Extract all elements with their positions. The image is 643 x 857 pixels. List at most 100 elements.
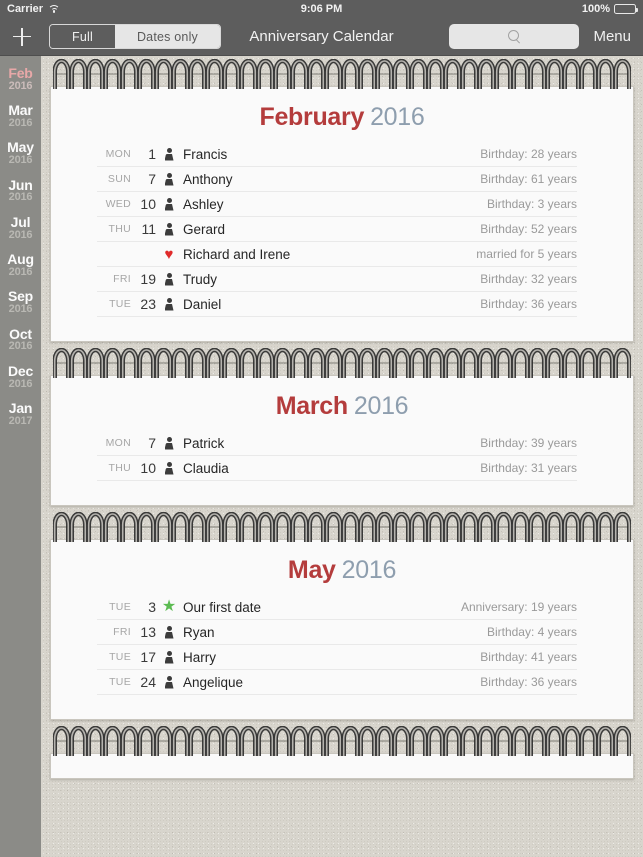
entry-name: Richard and Irene — [183, 246, 291, 262]
entry-row[interactable]: FRI 13 Ryan Birthday: 4 years — [97, 620, 577, 645]
person-icon — [157, 222, 181, 236]
sidebar-item-month: Jun — [8, 176, 33, 193]
month-card-february: February 2016 MON 1 Francis Birthday: 28 year… — [50, 58, 634, 342]
entry-name: Our first date — [183, 599, 262, 615]
entry-row[interactable]: TUE 17 Harry Birthday: 41 years — [97, 645, 577, 670]
sidebar-item-year: 2016 — [8, 228, 33, 241]
entry-name: Harry — [183, 649, 216, 665]
person-icon — [157, 297, 181, 311]
calendar-card: May 2016 TUE 3 ★ Our first date Anniversary: 1… — [50, 539, 634, 720]
status-bar: Carrier 9:06 PM 100% — [0, 0, 643, 18]
entry-row[interactable]: TUE 23 Daniel Birthday: 36 years — [97, 292, 577, 317]
sidebar-item-feb-2016[interactable]: Feb 2016 — [0, 66, 41, 92]
sidebar-item-dec-2016[interactable]: Dec 2016 — [0, 364, 41, 390]
sidebar-item-may-2016[interactable]: May 2016 — [0, 140, 41, 166]
entry-row[interactable]: MON 1 Francis Birthday: 28 years — [97, 142, 577, 167]
entry-day-number: 7 — [148, 435, 156, 451]
entry-weekday: THU — [108, 462, 131, 474]
sidebar-item-year: 2016 — [8, 116, 33, 129]
entry-row[interactable]: TUE 3 ★ Our first date Anniversary: 19 years — [97, 595, 577, 620]
entry-row[interactable]: FRI 19 Trudy Birthday: 32 years — [97, 267, 577, 292]
entry-weekday: WED — [105, 198, 131, 210]
entry-row[interactable]: WED 10 Ashley Birthday: 3 years — [97, 192, 577, 217]
person-icon — [157, 650, 181, 664]
sidebar-item-month: Aug — [7, 251, 34, 268]
entry-weekday: TUE — [109, 676, 131, 688]
entry-row[interactable]: TUE 24 Angelique Birthday: 36 years — [97, 670, 577, 695]
status-bar-right: 100% — [581, 0, 638, 18]
person-icon — [157, 172, 181, 186]
entry-list: MON 1 Francis Birthday: 28 years SUN 7 Anthony… — [51, 142, 633, 317]
entry-name: Trudy — [183, 271, 218, 287]
person-icon — [157, 461, 181, 475]
entry-detail: Birthday: 32 years — [480, 272, 577, 286]
sidebar-item-oct-2016[interactable]: Oct 2016 — [0, 326, 41, 353]
sidebar-item-jan-2017[interactable]: Jan 2017 — [0, 401, 41, 427]
add-button[interactable] — [0, 18, 44, 56]
entry-weekday: MON — [105, 148, 131, 160]
month-name: March — [275, 392, 348, 420]
month-card-may: May 2016 TUE 3 ★ Our first date Anniversary: 1… — [50, 511, 634, 720]
sidebar-item-jul-2016[interactable]: Jul 2016 — [0, 215, 41, 241]
sidebar-item-sep-2016[interactable]: Sep 2016 — [0, 289, 41, 315]
sidebar-item-month: Sep — [7, 288, 34, 305]
sidebar-item-year: 2016 — [8, 303, 33, 316]
entry-row[interactable]: THU 11 Gerard Birthday: 52 years — [97, 217, 577, 242]
sidebar-item-jun-2016[interactable]: Jun 2016 — [0, 178, 41, 204]
month-year: 2016 — [353, 392, 409, 420]
star-icon: ★ — [161, 598, 177, 615]
entry-detail: Birthday: 41 years — [480, 650, 577, 664]
month-card-title: May 2016 — [51, 540, 633, 595]
entry-day-number: 13 — [140, 624, 156, 640]
entry-day-number: 10 — [140, 460, 156, 476]
month-name: May — [287, 556, 336, 584]
entry-day-number: 24 — [140, 674, 156, 690]
entry-row[interactable]: ♥ Richard and Irene married for 5 years — [97, 242, 577, 267]
entry-detail: Birthday: 3 years — [486, 197, 577, 211]
entry-detail: Birthday: 31 years — [480, 461, 577, 475]
spiral-binding-icon — [52, 511, 632, 542]
person-icon — [157, 436, 181, 450]
entry-detail: married for 5 years — [476, 247, 577, 261]
sidebar-item-year: 2016 — [8, 191, 33, 204]
search-icon — [507, 30, 521, 43]
view-mode-segmented-control[interactable]: Full Dates only — [49, 24, 222, 49]
battery-percentage: 100% — [581, 3, 610, 15]
entry-name: Anthony — [183, 171, 233, 187]
segment-full[interactable]: Full — [50, 25, 115, 48]
entry-day-number: 19 — [140, 271, 156, 287]
entry-list: MON 7 Patrick Birthday: 39 years THU 10 Claudi… — [51, 431, 633, 481]
heart-icon: ♥ — [164, 245, 174, 263]
entry-detail: Birthday: 39 years — [480, 436, 577, 450]
entry-weekday: FRI — [113, 626, 131, 638]
search-input[interactable] — [449, 24, 580, 49]
sidebar-item-month: Dec — [7, 362, 34, 379]
entry-row[interactable]: THU 10 Claudia Birthday: 31 years — [97, 456, 577, 481]
entry-detail: Anniversary: 19 years — [460, 600, 577, 614]
entry-row[interactable]: SUN 7 Anthony Birthday: 61 years — [97, 167, 577, 192]
entry-day-number: 1 — [148, 146, 156, 162]
month-sidebar[interactable]: Feb 2016 Mar 2016 May 2016 Jun 2016 Jul 2016 Aug 20… — [0, 56, 41, 857]
entry-detail: Birthday: 61 years — [480, 172, 577, 186]
entry-row[interactable]: MON 7 Patrick Birthday: 39 years — [97, 431, 577, 456]
calendar-scroll-area[interactable]: February 2016 MON 1 Francis Birthday: 28 year… — [41, 56, 643, 857]
sidebar-item-month: Mar — [8, 102, 33, 119]
calendar-card: February 2016 MON 1 Francis Birthday: 28 year… — [50, 86, 634, 342]
entry-day-number: 11 — [141, 221, 156, 237]
sidebar-item-month: Jan — [8, 400, 33, 417]
menu-button[interactable]: Menu — [593, 28, 635, 45]
segment-dates-only[interactable]: Dates only — [114, 25, 221, 48]
month-year: 2016 — [370, 103, 425, 131]
entry-name: Ashley — [183, 196, 224, 212]
sidebar-item-year: 2016 — [8, 265, 33, 278]
calendar-card: March 2016 MON 7 Patrick Birthday: 39 years TH… — [50, 375, 634, 506]
entry-list: TUE 3 ★ Our first date Anniversary: 19 years… — [51, 595, 633, 695]
sidebar-item-aug-2016[interactable]: Aug 2016 — [0, 252, 41, 278]
entry-day-number: 17 — [140, 649, 156, 665]
nav-bar: Full Dates only Anniversary Calendar Men… — [0, 18, 643, 56]
person-icon — [157, 272, 181, 286]
sidebar-item-mar-2016[interactable]: Mar 2016 — [0, 103, 41, 129]
entry-day-number: 3 — [148, 599, 156, 615]
person-icon — [157, 147, 181, 161]
sidebar-item-year: 2016 — [8, 340, 33, 353]
